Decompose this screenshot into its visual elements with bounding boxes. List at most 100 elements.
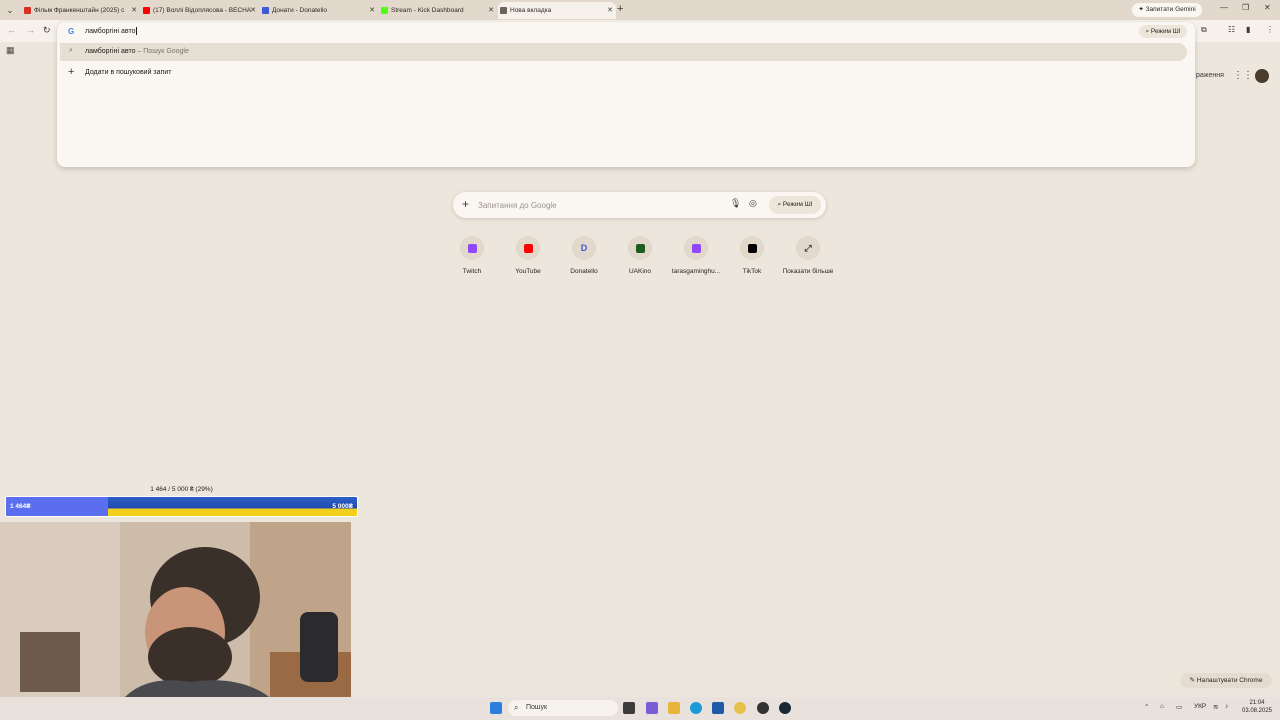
shortcut-tile[interactable]: UAKino [612,236,668,275]
tab-strip: ⌄ Фільм Франкенштайн (2025) с ✕ (17) Воллі… [0,0,1280,20]
shortcut-tile[interactable]: YouTube [500,236,556,275]
profile-extension-icon[interactable]: ▮ [1246,25,1250,34]
shortcut-label: TikTok [742,268,762,275]
ai-mode-button[interactable]: ⌕ Режим ШІ [769,196,821,214]
extensions-icon[interactable]: ⧉ [1201,25,1207,35]
webcam-feed [0,522,351,720]
search-icon: ⌕ [69,47,73,54]
back-icon[interactable]: ← [7,25,16,35]
add-to-query-label: Додати в пошуковий запит [85,69,172,76]
close-tab-icon[interactable]: ✕ [131,2,137,19]
shortcut-tile[interactable]: TikTok [724,236,780,275]
text-caret [136,27,138,35]
shortcut-favicon-icon [467,243,477,253]
webcam-image [0,522,351,720]
taskbar-search-label: Пошук [526,704,548,711]
shortcut-label: Показати більше [782,268,834,275]
minimize-icon[interactable]: — [1220,3,1228,12]
extension-icon[interactable]: ☷ [1228,25,1235,34]
shortcut-label: UAKino [628,268,652,275]
gemini-button[interactable]: ✦ Запитати Gemini [1132,3,1202,17]
plus-icon: + [68,66,75,78]
header-partial-text[interactable]: раження [1196,72,1224,79]
tab-1[interactable]: Фільм Франкенштайн (2025) с ✕ [22,2,140,19]
battery-icon[interactable]: ▭ [1176,703,1182,711]
taskbar-search[interactable]: ⌕ Пошук [508,700,618,716]
shortcut-tile[interactable]: Twitch [444,236,500,275]
shortcut-icon [516,236,540,260]
shortcut-icon [740,236,764,260]
start-icon[interactable] [490,702,502,714]
tab-3[interactable]: Донати - Donatello ✕ [260,2,378,19]
shortcut-glyph: D [580,243,588,253]
restore-icon[interactable]: ❐ [1242,3,1249,12]
omnibox-input[interactable]: ламборгіні авто [85,27,138,35]
ntp-search-box[interactable]: + 🎙 ◎ ⌕ Режим ШІ [453,192,826,218]
tab-5[interactable]: Нова вкладка ✕ [498,2,616,19]
app-icon[interactable] [757,702,769,714]
customize-label: Налаштувати Chrome [1196,677,1263,684]
gemini-icon: ✦ [1138,6,1146,13]
suggestion-row[interactable]: ⌕ ламборгіні авто – Пошук Google [60,43,1187,61]
shortcut-glyph: ⤢ [804,242,812,253]
new-tab-button[interactable]: + [617,3,623,15]
close-tab-icon[interactable]: ✕ [607,2,613,19]
customize-chrome-button[interactable]: ✎ Налаштувати Chrome [1180,673,1272,688]
volume-icon[interactable]: ♪ [1225,703,1228,710]
close-tab-icon[interactable]: ✕ [488,2,494,19]
edge-icon[interactable] [690,702,702,714]
taskbar: ⌕ Пошук ⌃ ⌂ ▭ УКР ≋ ♪ 21:04 03.08.2025 [0,697,1280,720]
avatar[interactable] [1255,69,1269,83]
app-icon[interactable] [646,702,658,714]
shortcut-icon [460,236,484,260]
tab-2[interactable]: (17) Воллі Відоплясова - ВЕСНА ✕ [141,2,259,19]
chevron-up-icon[interactable]: ⌃ [1144,703,1149,711]
tab-title: Донати - Donatello [272,7,327,14]
search-input[interactable] [478,198,718,212]
tab-title: (17) Воллі Відоплясова - ВЕСНА [153,7,252,14]
omnibox-dropdown: G ламборгіні авто ⌕ Режим ШІ ⌕ ламборгін… [57,22,1195,167]
shortcut-favicon-icon [747,243,757,253]
date: 03.08.2025 [1241,708,1273,714]
suggestion-query: ламборгіні авто [85,48,136,55]
omnibox-ai-mode-label: Режим ШІ [1150,28,1181,35]
forward-icon[interactable]: → [26,25,35,35]
file-explorer-icon[interactable] [668,702,680,714]
keyboard-layout[interactable]: УКР [1194,703,1206,710]
shortcut-label: tarasgaminghu... [671,268,721,275]
tab-4[interactable]: Stream - Kick Dashboard ✕ [379,2,497,19]
shortcut-icon: ⤢ [796,236,820,260]
menu-icon[interactable]: ⋮ [1266,25,1274,34]
clock[interactable]: 21:04 03.08.2025 [1237,699,1277,715]
tab-search-icon[interactable]: ⌄ [4,4,16,16]
network-icon[interactable]: ⌂ [1160,703,1164,710]
apps-bookmark-icon[interactable]: ▦ [6,45,15,56]
store-icon[interactable] [712,702,724,714]
plus-icon[interactable]: + [462,197,469,211]
steam-icon[interactable] [779,702,791,714]
suggestion-text: ламборгіні авто – Пошук Google [85,48,189,55]
close-tab-icon[interactable]: ✕ [369,2,375,19]
omnibox[interactable]: G ламборгіні авто ⌕ Режим ШІ [57,22,1195,42]
shortcut-label: YouTube [515,268,541,275]
donation-summary: 1 464 / 5 000 ₴ (29%) [150,486,213,493]
microphone-icon[interactable]: 🎙 [730,198,741,209]
omnibox-ai-mode-button[interactable]: ⌕ Режим ШІ [1139,25,1187,38]
favicon-icon [500,7,507,14]
add-to-query-row[interactable]: + Додати в пошуковий запит [57,65,357,81]
shortcut-tile[interactable]: tarasgaminghu... [668,236,724,275]
shortcut-tile[interactable]: ⤢ Показати більше [780,236,836,275]
chrome-icon[interactable] [734,702,746,714]
task-view-icon[interactable] [623,702,635,714]
close-window-icon[interactable]: ✕ [1264,3,1271,12]
favicon-icon [262,7,269,14]
wifi-icon[interactable]: ≋ [1213,703,1218,711]
lens-icon[interactable]: ◎ [749,198,757,209]
search-icon: ⌕ [514,703,519,712]
omnibox-typed-text: ламборгіні авто [85,27,136,35]
donation-progress-bar: 1 464₴ 5 000₴ [5,496,358,517]
close-tab-icon[interactable]: ✕ [250,2,256,19]
shortcut-tile[interactable]: D Donatello [556,236,612,275]
favicon-icon [24,7,31,14]
reload-icon[interactable]: ↻ [43,25,51,36]
